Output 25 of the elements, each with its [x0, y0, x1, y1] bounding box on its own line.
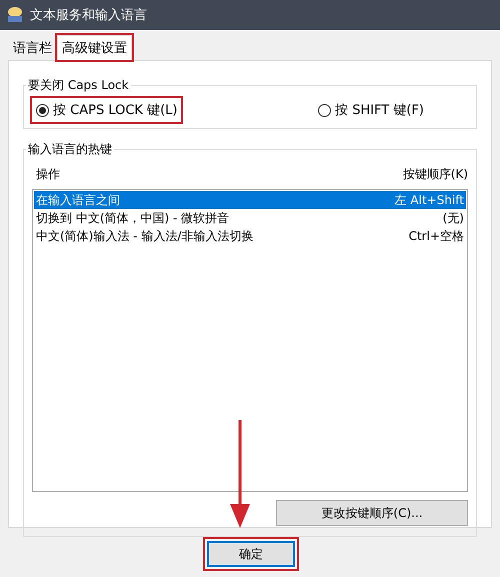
radio-button[interactable]: [318, 104, 332, 116]
ok-button[interactable]: 确定: [207, 541, 295, 567]
key-sequence: Ctrl+空格: [408, 228, 464, 244]
radio-option[interactable]: 按 SHIFT 键(F): [314, 98, 428, 122]
column-header: 按键顺序(K): [402, 166, 468, 183]
tab[interactable]: 高级键设置: [57, 35, 132, 60]
tab[interactable]: 语言栏: [8, 35, 57, 60]
hotkey-row[interactable]: 在输入语言之间 左 Alt+Shift: [34, 191, 466, 209]
group-title: 要关闭 Caps Lock: [27, 77, 130, 94]
radio-button[interactable]: [36, 104, 49, 116]
option-label: 按 SHIFT 键(F): [335, 102, 424, 119]
hotkey-row[interactable]: 中文(简体)输入法 - 输入法/非输入法切换 Ctrl+空格: [34, 227, 466, 245]
action-text: 中文(简体)输入法 - 输入法/非输入法切换: [36, 228, 254, 244]
radio-option[interactable]: 按 CAPS LOCK 键(L): [32, 98, 182, 122]
column-header: 操作: [36, 166, 60, 183]
key-sequence: (无): [442, 210, 464, 226]
action-text: 切换到 中文(简体，中国) - 微软拼音: [36, 210, 230, 226]
option-label: 按 CAPS LOCK 键(L): [53, 102, 178, 119]
key-sequence: 左 Alt+Shift: [394, 192, 464, 208]
hotkey-row[interactable]: 切换到 中文(简体，中国) - 微软拼音 (无): [34, 209, 466, 227]
action-text: 在输入语言之间: [36, 192, 120, 208]
group-title: 输入语言的热键: [27, 141, 113, 158]
window-title: 文本服务和输入语言: [30, 7, 147, 24]
app-icon: [6, 6, 24, 24]
change-keys-button[interactable]: 更改按键顺序(C)...: [276, 500, 468, 526]
